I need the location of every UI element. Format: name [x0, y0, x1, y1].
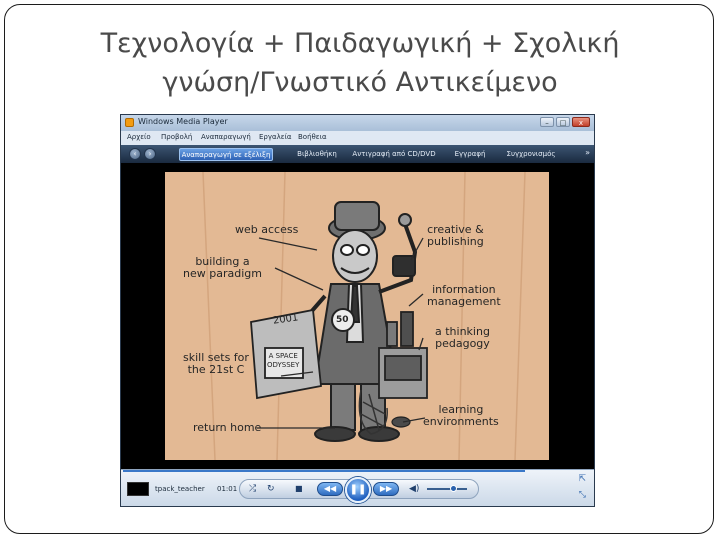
- speaker-icon[interactable]: ◀): [409, 483, 419, 495]
- label-information-management: information management: [427, 283, 501, 308]
- elapsed-time: 01:01: [217, 485, 238, 493]
- volume-thumb[interactable]: [450, 485, 457, 492]
- label-web-access: web access: [235, 223, 299, 236]
- label-thinking-pedagogy: a thinking pedagogy: [435, 325, 490, 350]
- menu-tools[interactable]: Εργαλεία: [259, 133, 292, 141]
- stop-icon[interactable]: ■: [295, 483, 303, 495]
- tab-burn[interactable]: Εγγραφή: [449, 148, 491, 161]
- menu-help[interactable]: Βοήθεια: [298, 133, 327, 141]
- menu-bar: Αρχείο Προβολή Αναπαραγωγή Εργαλεία Βοήθ…: [121, 131, 594, 146]
- window-title: Windows Media Player: [138, 117, 228, 126]
- playback-controls: tpack_teacher 01:01 ⤮ ↻ ■ ◀◀ ❚❚ ▶▶ ◀) ⇱ …: [121, 469, 594, 506]
- label-badge: 50: [336, 315, 349, 325]
- tab-library[interactable]: Βιβλιοθήκη: [289, 148, 345, 161]
- menu-play[interactable]: Αναπαραγωγή: [201, 133, 251, 141]
- seek-bar[interactable]: [123, 470, 525, 472]
- slide-title: Τεχνολογία + Παιδαγωγική + Σχολική γνώση…: [60, 24, 660, 102]
- close-button[interactable]: x: [572, 117, 590, 127]
- fullscreen-icon[interactable]: ⤡: [579, 490, 586, 500]
- window-controls: – □ x: [540, 117, 590, 127]
- repeat-icon[interactable]: ↻: [267, 483, 275, 495]
- maximize-button[interactable]: □: [556, 117, 570, 127]
- menu-view[interactable]: Προβολή: [161, 133, 192, 141]
- tab-rip[interactable]: Αντιγραφή από CD/DVD: [351, 148, 437, 161]
- label-new-paradigm: building a new paradigm: [183, 255, 262, 280]
- label-book-title: A SPACE ODYSSEY: [267, 352, 300, 369]
- next-icon[interactable]: ▶▶: [373, 482, 399, 496]
- label-learning-environments: learning environments: [423, 403, 499, 428]
- more-tabs-chevron-icon[interactable]: »: [585, 148, 590, 157]
- label-creative-publishing: creative & publishing: [427, 223, 484, 248]
- tab-now-playing[interactable]: Αναπαραγωγή σε εξέλιξη: [179, 148, 273, 161]
- navigation-bar: ‹ › Αναπαραγωγή σε εξέλιξη Βιβλιοθήκη Αν…: [121, 145, 594, 163]
- now-playing-thumbnail: [127, 482, 149, 496]
- volume-slider[interactable]: [427, 488, 467, 490]
- menu-file[interactable]: Αρχείο: [127, 133, 151, 141]
- slide-title-line-1: Τεχνολογία + Παιδαγωγική + Σχολική: [100, 28, 620, 59]
- tab-sync[interactable]: Συγχρονισμός: [503, 148, 559, 161]
- label-return-home: return home: [193, 421, 262, 434]
- media-player-logo-icon: [125, 118, 134, 127]
- now-playing-title: tpack_teacher: [155, 485, 205, 493]
- video-frame[interactable]: web access creative & publishing buildin…: [165, 172, 549, 460]
- label-skill-sets: skill sets for the 21st C: [183, 351, 249, 376]
- video-area[interactable]: web access creative & publishing buildin…: [121, 163, 594, 469]
- previous-icon[interactable]: ◀◀: [317, 482, 343, 496]
- forward-arrow-icon[interactable]: ›: [144, 148, 156, 160]
- shuffle-icon[interactable]: ⤮: [249, 483, 256, 495]
- slide-title-line-2: γνώση/Γνωστικό Αντικείμενο: [162, 67, 558, 98]
- switch-to-compact-icon[interactable]: ⇱: [578, 474, 586, 484]
- media-player-window: Windows Media Player – □ x Αρχείο Προβολ…: [120, 114, 595, 507]
- minimize-button[interactable]: –: [540, 117, 554, 127]
- window-titlebar[interactable]: Windows Media Player – □ x: [121, 115, 594, 131]
- back-arrow-icon[interactable]: ‹: [129, 148, 141, 160]
- pause-icon[interactable]: ❚❚: [345, 477, 371, 503]
